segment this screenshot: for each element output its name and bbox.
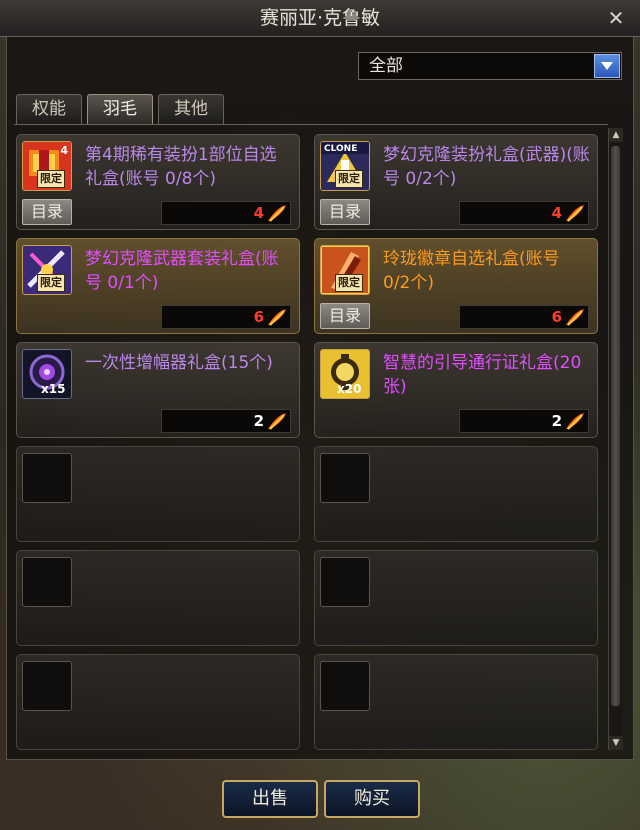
dropdown-selected-value: 全部 xyxy=(369,56,403,76)
feather-currency-icon xyxy=(566,309,584,326)
sell-button[interactable]: 出售 xyxy=(222,780,318,818)
buy-button[interactable]: 购买 xyxy=(324,780,420,818)
item-card[interactable]: 限定 玲珑徽章自选礼盒(账号 0/2个) 目录 6 xyxy=(314,238,598,334)
empty-icon-slot xyxy=(320,661,370,711)
item-name: 梦幻克隆武器套装礼盒(账号 0/1个) xyxy=(85,249,279,293)
empty-item-slot xyxy=(314,654,598,750)
limited-tag: 限定 xyxy=(335,170,363,188)
feather-currency-icon xyxy=(566,413,584,430)
empty-item-slot xyxy=(16,446,300,542)
item-name: 智慧的引导通行证礼盒(20张) xyxy=(383,353,582,397)
icon-number: 4 xyxy=(60,144,68,157)
item-name: 第4期稀有装扮1部位自选礼盒(账号 0/8个) xyxy=(85,145,277,189)
item-grid: 4 限定 第4期稀有装扮1部位自选礼盒(账号 0/8个) 目录 4 CLONE … xyxy=(14,128,608,750)
clone-weapon-box-icon[interactable]: 限定 xyxy=(22,245,72,295)
feather-currency-icon xyxy=(268,309,286,326)
category-dropdown[interactable]: 全部 xyxy=(358,52,622,80)
empty-icon-slot xyxy=(22,661,72,711)
tab-feather[interactable]: 羽毛 xyxy=(87,94,153,124)
amplifier-orb-icon[interactable]: x15 xyxy=(22,349,72,399)
scrollbar[interactable]: ▲ ▼ xyxy=(608,128,623,750)
price-bar: 4 xyxy=(161,201,291,225)
item-price: 2 xyxy=(253,412,264,430)
item-price: 6 xyxy=(253,308,264,326)
tab-divider xyxy=(14,124,608,125)
limited-tag: 限定 xyxy=(37,170,65,188)
price-bar: 6 xyxy=(459,305,589,329)
item-price: 4 xyxy=(253,204,264,222)
price-bar: 4 xyxy=(459,201,589,225)
item-price: 6 xyxy=(551,308,562,326)
scroll-thumb[interactable] xyxy=(611,146,620,706)
item-name: 梦幻克隆装扮礼盒(武器)(账号 0/2个) xyxy=(383,145,590,189)
item-name: 一次性增幅器礼盒(15个) xyxy=(85,353,273,373)
price-bar: 2 xyxy=(459,409,589,433)
scroll-up-icon[interactable]: ▲ xyxy=(609,128,623,142)
item-name: 玲珑徽章自选礼盒(账号 0/2个) xyxy=(383,249,560,293)
empty-icon-slot xyxy=(22,453,72,503)
limited-tag: 限定 xyxy=(37,274,65,292)
window-title: 赛丽亚·克鲁敏 xyxy=(259,7,381,29)
empty-icon-slot xyxy=(22,557,72,607)
chevron-down-icon[interactable] xyxy=(594,54,620,78)
price-bar: 6 xyxy=(161,305,291,329)
item-card[interactable]: 限定 梦幻克隆武器套装礼盒(账号 0/1个) 6 xyxy=(16,238,300,334)
feather-currency-icon xyxy=(268,413,286,430)
empty-item-slot xyxy=(314,446,598,542)
item-card[interactable]: x20 智慧的引导通行证礼盒(20张) 2 xyxy=(314,342,598,438)
feather-currency-icon xyxy=(566,205,584,222)
empty-item-slot xyxy=(16,654,300,750)
item-price: 2 xyxy=(551,412,562,430)
catalog-button[interactable]: 目录 xyxy=(320,303,370,329)
close-button[interactable]: ✕ xyxy=(604,6,628,30)
item-price: 4 xyxy=(551,204,562,222)
empty-icon-slot xyxy=(320,453,370,503)
item-card[interactable]: 4 限定 第4期稀有装扮1部位自选礼盒(账号 0/8个) 目录 4 xyxy=(16,134,300,230)
empty-icon-slot xyxy=(320,557,370,607)
guidance-pass-icon[interactable]: x20 xyxy=(320,349,370,399)
limited-tag: 限定 xyxy=(335,274,363,292)
catalog-button[interactable]: 目录 xyxy=(320,199,370,225)
limited-costume-box-icon[interactable]: 4 限定 xyxy=(22,141,72,191)
feather-currency-icon xyxy=(268,205,286,222)
catalog-button[interactable]: 目录 xyxy=(22,199,72,225)
tab-other[interactable]: 其他 xyxy=(158,94,224,124)
icon-quantity: x20 xyxy=(337,382,362,396)
emblem-box-icon[interactable]: 限定 xyxy=(320,245,370,295)
icon-number: CLONE xyxy=(324,144,358,154)
item-card[interactable]: x15 一次性增幅器礼盒(15个) 2 xyxy=(16,342,300,438)
price-bar: 2 xyxy=(161,409,291,433)
icon-quantity: x15 xyxy=(41,382,66,396)
tab-quanneng[interactable]: 权能 xyxy=(16,94,82,124)
empty-item-slot xyxy=(16,550,300,646)
empty-item-slot xyxy=(314,550,598,646)
scroll-down-icon[interactable]: ▼ xyxy=(609,736,623,750)
title-bar: 赛丽亚·克鲁敏 ✕ xyxy=(0,0,640,37)
clone-costume-box-icon[interactable]: CLONE 限定 xyxy=(320,141,370,191)
item-card[interactable]: CLONE 限定 梦幻克隆装扮礼盒(武器)(账号 0/2个) 目录 4 xyxy=(314,134,598,230)
